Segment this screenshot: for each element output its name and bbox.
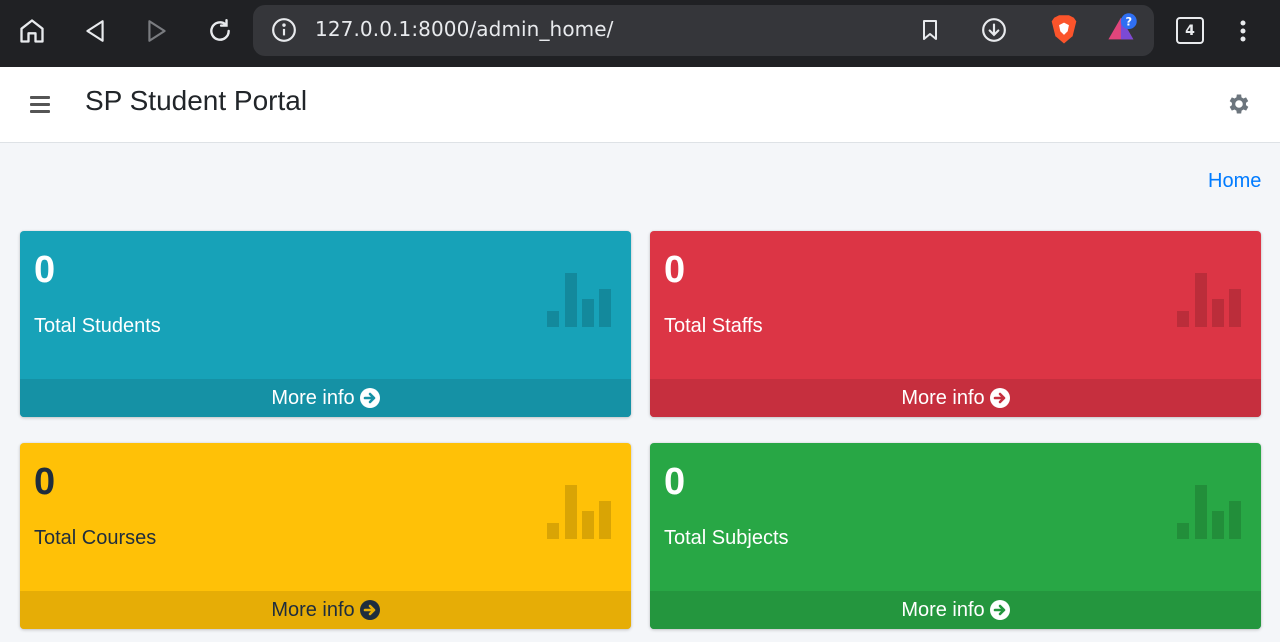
subjects-more-info-link[interactable]: More info — [650, 591, 1261, 629]
home-icon[interactable] — [15, 14, 49, 48]
more-info-label: More info — [901, 386, 985, 409]
courses-more-info-link[interactable]: More info — [20, 591, 631, 629]
page-title: SP Student Portal — [85, 85, 308, 116]
students-label: Total Students — [34, 315, 161, 337]
staffs-label: Total Staffs — [664, 315, 763, 337]
svg-text:?: ? — [1126, 15, 1133, 29]
courses-label: Total Courses — [34, 527, 157, 549]
courses-count: 0 — [34, 461, 56, 503]
gear-icon[interactable] — [1226, 91, 1252, 117]
arrow-circle-right-icon — [989, 600, 1010, 620]
brave-rewards-icon[interactable]: ? — [1105, 11, 1139, 45]
subjects-label: Total Subjects — [664, 527, 789, 549]
reload-icon[interactable] — [203, 14, 237, 48]
bar-chart-icon — [1177, 485, 1241, 539]
sidebar-toggle-icon[interactable] — [30, 96, 52, 114]
bar-chart-icon — [547, 485, 611, 539]
bar-chart-icon — [1177, 273, 1241, 327]
more-info-label: More info — [271, 386, 355, 409]
back-icon[interactable] — [78, 14, 112, 48]
students-more-info-link[interactable]: More info — [20, 379, 631, 417]
app-navbar: SP Student Portal — [0, 67, 1280, 143]
breadcrumb-home-link[interactable]: Home — [1208, 170, 1261, 193]
more-info-label: More info — [271, 598, 355, 621]
small-box-subjects: 0 Total Subjects More info — [650, 443, 1261, 629]
url-text[interactable]: 127.0.0.1:8000/admin_home/ — [315, 17, 614, 41]
more-info-label: More info — [901, 598, 985, 621]
address-bar[interactable]: 127.0.0.1:8000/admin_home/ ? — [253, 5, 1154, 56]
small-box-students: 0 Total Students More info — [20, 231, 631, 417]
arrow-circle-right-icon — [359, 388, 380, 408]
forward-icon[interactable] — [140, 14, 174, 48]
subjects-count: 0 — [664, 461, 686, 503]
bookmark-icon[interactable] — [913, 13, 947, 47]
small-box-staffs: 0 Total Staffs More info — [650, 231, 1261, 417]
staffs-more-info-link[interactable]: More info — [650, 379, 1261, 417]
staffs-count: 0 — [664, 249, 686, 291]
brave-shield-icon[interactable] — [1047, 13, 1081, 47]
small-box-courses: 0 Total Courses More info — [20, 443, 631, 629]
browser-toolbar: 127.0.0.1:8000/admin_home/ ? 4 — [0, 0, 1280, 67]
arrow-circle-right-icon — [359, 600, 380, 620]
bar-chart-icon — [547, 273, 611, 327]
students-count: 0 — [34, 249, 56, 291]
tabs-icon[interactable]: 4 — [1176, 17, 1204, 44]
arrow-circle-right-icon — [989, 388, 1010, 408]
download-icon[interactable] — [977, 13, 1011, 47]
menu-icon[interactable] — [1226, 14, 1260, 48]
site-info-icon[interactable] — [267, 13, 301, 47]
